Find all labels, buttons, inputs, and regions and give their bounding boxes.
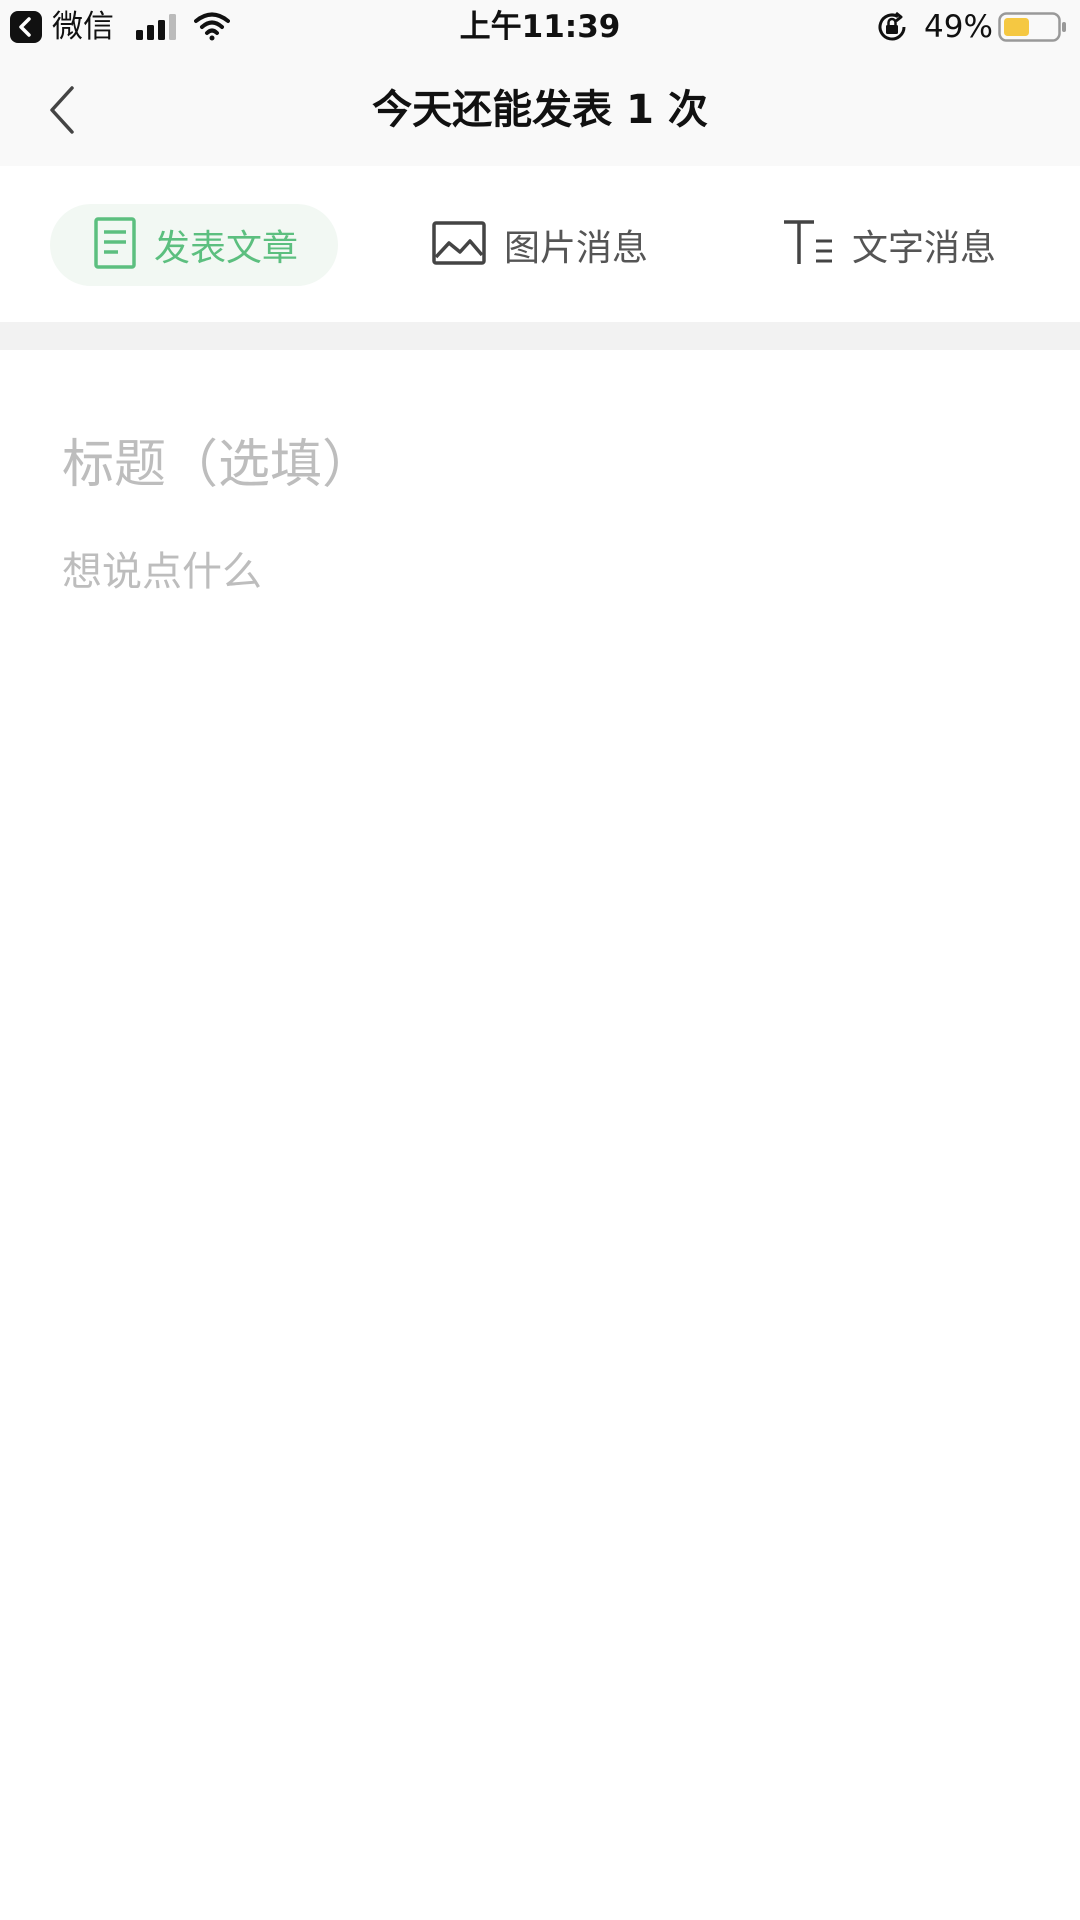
battery-percent: 49% (924, 9, 993, 45)
title-input[interactable] (62, 420, 1022, 510)
battery-icon (998, 12, 1068, 46)
tab-label: 图片消息 (504, 228, 649, 269)
nav-bar: 今天还能发表 1 次 (0, 54, 1080, 166)
orientation-lock-icon (876, 11, 910, 47)
battery-fill (1004, 18, 1029, 36)
tab-article[interactable]: 发表文章 (50, 204, 338, 286)
screen: 微信 上午11:39 49% 今天还能发表 1 次 发表文章 图片消息 文字消息… (0, 0, 1080, 1920)
tab-text-message[interactable]: 文字消息 (782, 204, 1042, 286)
status-bar: 微信 上午11:39 49% (0, 0, 1080, 54)
body-input[interactable] (62, 540, 1022, 1840)
page-title: 今天还能发表 1 次 (372, 87, 708, 133)
status-time: 上午11:39 (459, 9, 621, 45)
post-type-tabs: 发表文章 图片消息 文字消息 (0, 166, 1080, 322)
text-format-icon (782, 219, 834, 271)
section-divider (0, 322, 1080, 350)
document-icon (94, 217, 136, 273)
tab-image-message[interactable]: 图片消息 (432, 204, 692, 286)
tab-label: 发表文章 (154, 228, 299, 269)
tab-label: 文字消息 (852, 228, 997, 269)
image-icon (432, 221, 486, 269)
